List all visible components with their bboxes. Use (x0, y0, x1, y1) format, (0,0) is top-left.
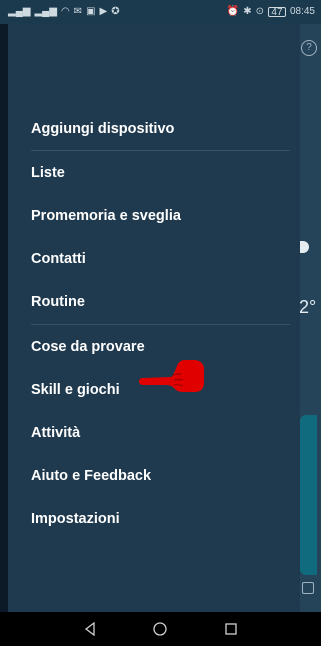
status-bar: ▂▄▆ ▂▄▆ ◠ ✉ ▣ ▶ ✪ ⏰ ✱ ⊙ 47 08:45 (0, 0, 321, 24)
navigation-drawer: Aggiungi dispositivo Liste Promemoria e … (8, 24, 300, 612)
back-icon[interactable] (80, 619, 100, 639)
temperature: 2° (299, 297, 317, 317)
clock: 08:45 (289, 6, 315, 17)
menu-item-impostazioni[interactable]: Impostazioni (8, 498, 300, 541)
home-icon[interactable] (150, 619, 170, 639)
system-nav-bar (0, 612, 321, 646)
alarm-icon: ⏰ (226, 6, 240, 17)
wifi-icon: ◠ (60, 6, 70, 17)
menu-item-aiuto-feedback[interactable]: Aiuto e Feedback (8, 455, 300, 498)
pointing-hand-icon (139, 360, 204, 392)
menu-item-aggiungi-dispositivo[interactable]: Aggiungi dispositivo (8, 107, 300, 150)
help-icon[interactable]: ? (301, 40, 317, 56)
drawer-menu: Aggiungi dispositivo Liste Promemoria e … (8, 107, 300, 541)
battery-icon: 47 (267, 7, 286, 18)
menu-item-contatti[interactable]: Contatti (8, 238, 300, 281)
status-left: ▂▄▆ ▂▄▆ ◠ ✉ ▣ ▶ ✪ (8, 7, 120, 17)
menu-item-routine[interactable]: Routine (8, 281, 300, 324)
status-right: ⏰ ✱ ⊙ 47 08:45 (226, 6, 315, 18)
menu-item-promemoria[interactable]: Promemoria e sveglia (8, 194, 300, 237)
home-tab-icon[interactable] (302, 582, 314, 594)
shield-icon: ✪ (111, 6, 120, 17)
location-icon: ⊙ (255, 6, 264, 17)
signal-icon: ▂▄▆ (34, 6, 57, 17)
notification-icon: ▣ (86, 6, 96, 17)
menu-item-liste[interactable]: Liste (8, 151, 300, 194)
background-card[interactable] (300, 415, 317, 575)
play-icon: ▶ (99, 6, 108, 17)
menu-item-attivita[interactable]: Attività (8, 411, 300, 454)
signal-icon: ▂▄▆ (8, 6, 31, 17)
mail-icon: ✉ (73, 6, 83, 17)
recents-icon[interactable] (221, 619, 241, 639)
bluetooth-icon: ✱ (243, 6, 252, 17)
